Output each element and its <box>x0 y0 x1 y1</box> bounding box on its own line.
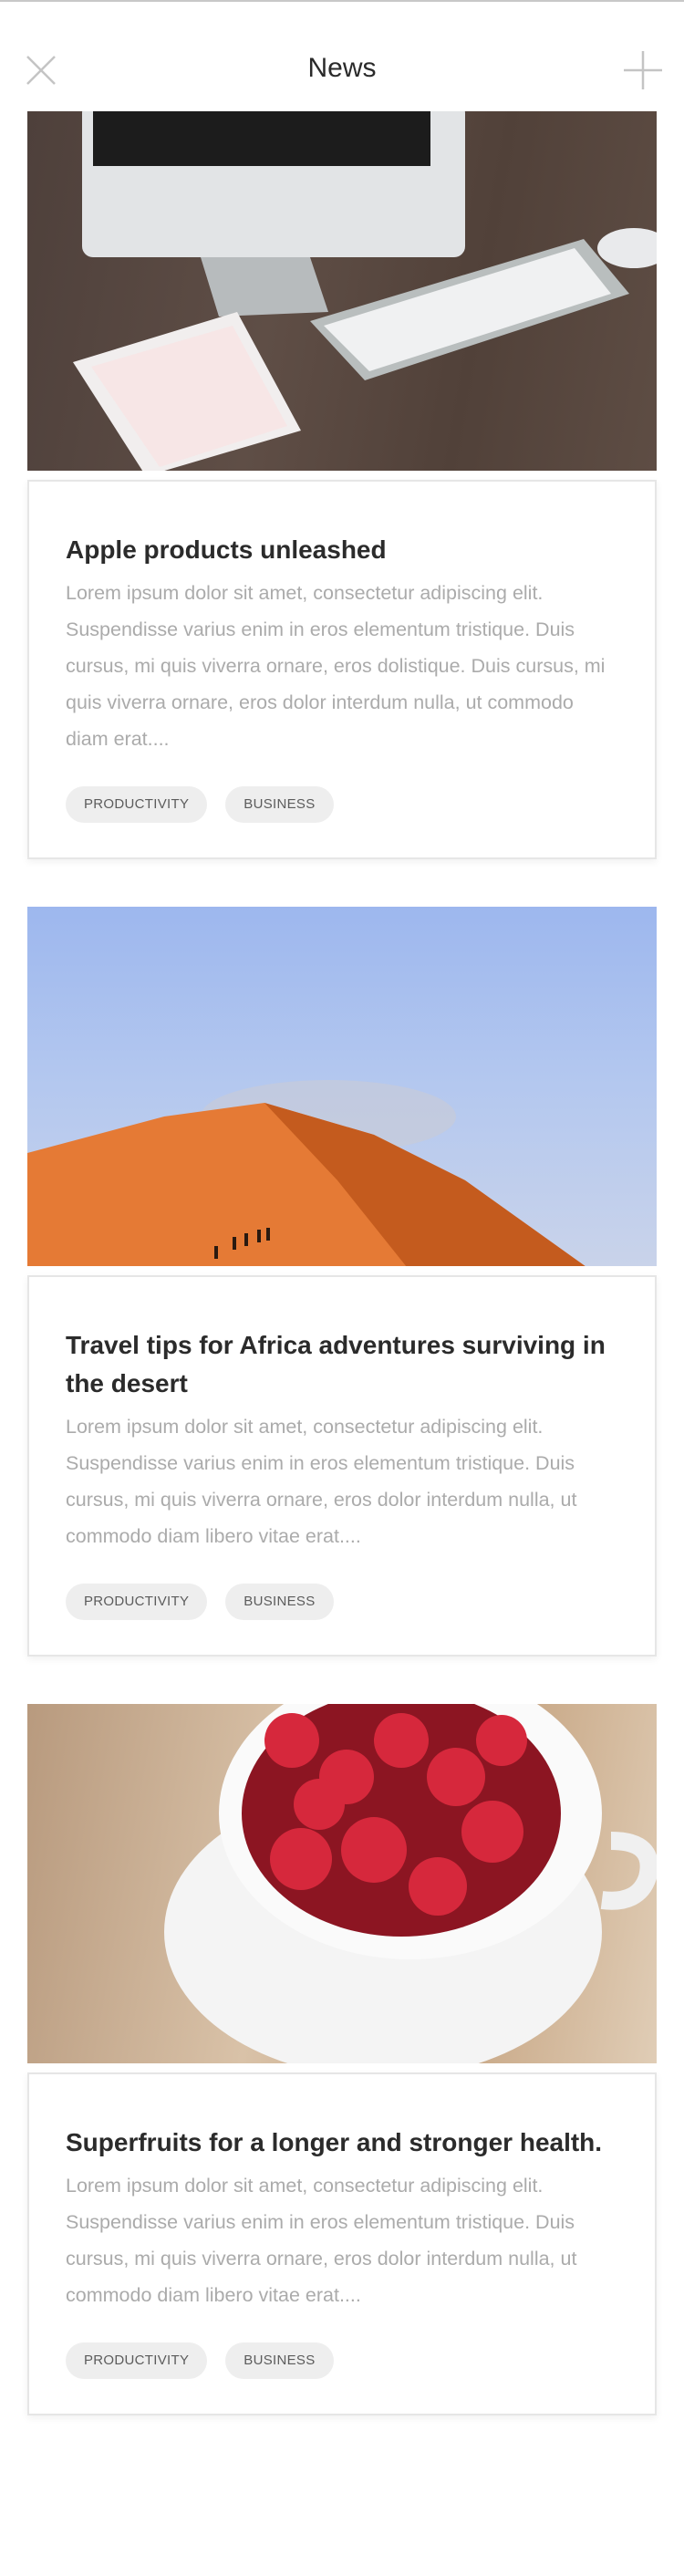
desk-photo <box>73 111 657 471</box>
article-card[interactable]: Superfruits for a longer and stronger he… <box>27 1704 657 2415</box>
news-feed: Apple products unleashed Lorem ipsum dol… <box>27 111 657 2463</box>
plus-icon <box>624 51 662 89</box>
tag-business[interactable]: BUSINESS <box>225 2342 334 2379</box>
tag-list: PRODUCTIVITY BUSINESS <box>66 786 618 823</box>
article-title[interactable]: Apple products unleashed <box>66 531 618 569</box>
tag-business[interactable]: BUSINESS <box>225 1584 334 1620</box>
tag-business[interactable]: BUSINESS <box>225 786 334 823</box>
page-title: News <box>307 53 377 83</box>
article-card[interactable]: Travel tips for Africa adventures surviv… <box>27 907 657 1657</box>
article-card[interactable]: Apple products unleashed Lorem ipsum dol… <box>27 111 657 859</box>
tag-productivity[interactable]: PRODUCTIVITY <box>66 786 208 823</box>
article-excerpt: Lorem ipsum dolor sit amet, consectetur … <box>66 582 606 750</box>
desert-photo <box>27 1080 586 1266</box>
raspberries-photo <box>164 1704 657 2063</box>
article-title[interactable]: Travel tips for Africa adventures surviv… <box>66 1326 618 1403</box>
tag-productivity[interactable]: PRODUCTIVITY <box>66 2342 208 2379</box>
article-image <box>27 111 657 471</box>
article-excerpt: Lorem ipsum dolor sit amet, consectetur … <box>66 2175 577 2306</box>
article-body: Superfruits for a longer and stronger he… <box>27 2072 657 2415</box>
article-image <box>27 907 657 1266</box>
add-button[interactable] <box>624 51 662 89</box>
article-image <box>27 1704 657 2063</box>
top-divider <box>0 0 684 2</box>
article-body: Travel tips for Africa adventures surviv… <box>27 1275 657 1657</box>
article-title[interactable]: Superfruits for a longer and stronger he… <box>66 2124 618 2162</box>
article-body: Apple products unleashed Lorem ipsum dol… <box>27 480 657 859</box>
tag-list: PRODUCTIVITY BUSINESS <box>66 2342 618 2379</box>
header: News <box>0 36 684 102</box>
article-excerpt: Lorem ipsum dolor sit amet, consectetur … <box>66 1416 577 1547</box>
tag-productivity[interactable]: PRODUCTIVITY <box>66 1584 208 1620</box>
tag-list: PRODUCTIVITY BUSINESS <box>66 1584 618 1620</box>
